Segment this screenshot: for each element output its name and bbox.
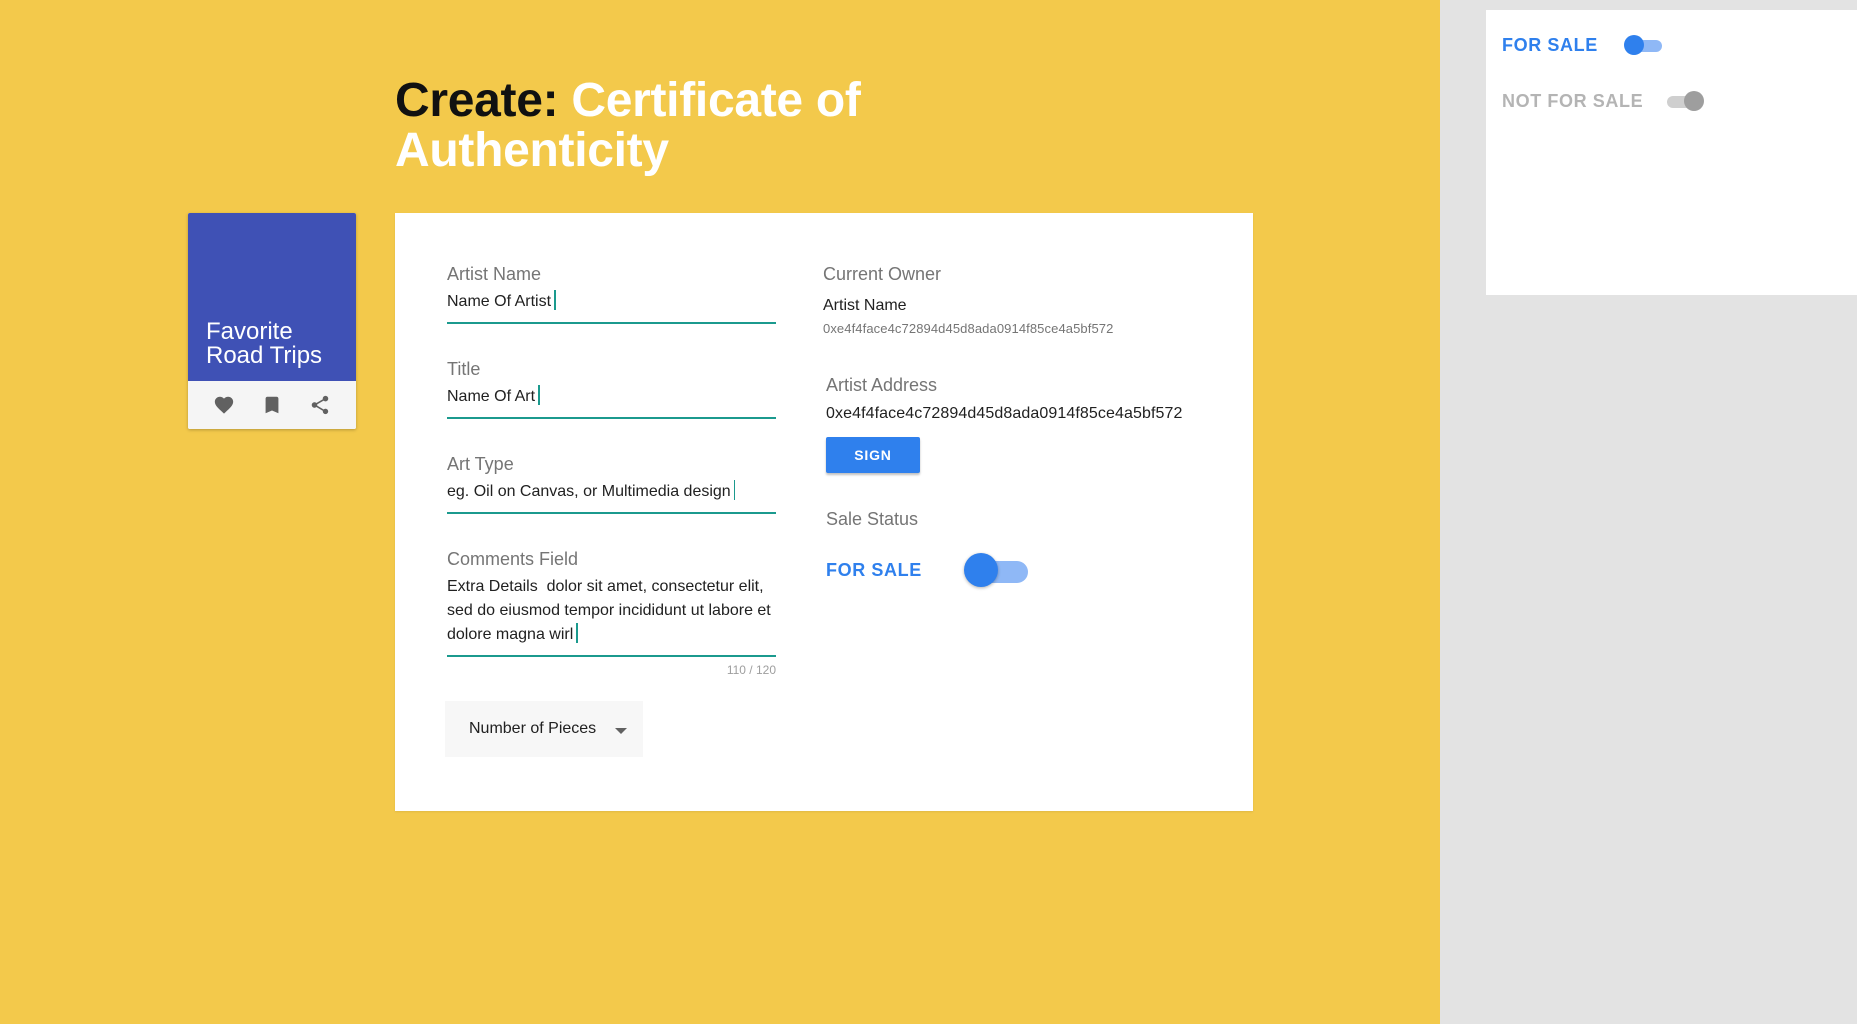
sale-status-toggle[interactable] bbox=[963, 552, 1030, 588]
artist-address-label: Artist Address bbox=[826, 375, 938, 395]
title-field[interactable]: Title Name Of Art bbox=[447, 359, 776, 419]
art-type-value: eg. Oil on Canvas, or Multimedia design bbox=[447, 483, 731, 500]
artist-name-label: Artist Name bbox=[447, 264, 542, 284]
comments-value: Extra Details dolor sit amet, consectetu… bbox=[447, 578, 776, 643]
card-actions bbox=[188, 381, 356, 429]
text-cursor bbox=[554, 290, 556, 310]
sale-status-section: Sale Status bbox=[826, 509, 918, 529]
artist-name-value: Name Of Artist bbox=[447, 293, 552, 310]
toggle-example-label: FOR SALE bbox=[1502, 34, 1598, 55]
comments-label: Comments Field bbox=[447, 549, 579, 569]
bookmark-icon[interactable] bbox=[261, 394, 283, 416]
art-type-input[interactable]: eg. Oil on Canvas, or Multimedia design bbox=[447, 480, 776, 514]
character-counter: 110 / 120 bbox=[726, 663, 776, 677]
text-cursor bbox=[576, 623, 578, 643]
sign-button[interactable]: SIGN bbox=[826, 437, 920, 473]
current-owner-label: Current Owner bbox=[823, 264, 942, 284]
sale-status-label: Sale Status bbox=[826, 509, 919, 529]
not-for-sale-toggle[interactable] bbox=[1665, 90, 1705, 112]
text-cursor bbox=[733, 480, 736, 500]
sale-state-label: FOR SALE bbox=[826, 559, 922, 580]
artist-name-input[interactable]: Name Of Artist bbox=[447, 290, 776, 324]
toggle-thumb bbox=[1623, 35, 1644, 55]
certificate-form-card: Artist Name Name Of Artist Title Name Of… bbox=[395, 213, 1253, 811]
title-value: Name Of Art bbox=[447, 388, 536, 405]
artist-address-value: 0xe4f4face4c72894d45d8ada0914f85ce4a5bf5… bbox=[826, 405, 1183, 422]
toggle-examples-panel: FOR SALE NOT FOR SALE bbox=[1486, 10, 1857, 295]
number-of-pieces-select[interactable]: Number of Pieces bbox=[445, 701, 643, 757]
title-label: Title bbox=[447, 359, 481, 379]
art-type-label: Art Type bbox=[447, 454, 514, 474]
page-title: Create: Certificate of Authenticity bbox=[395, 76, 875, 176]
heart-icon[interactable] bbox=[213, 394, 235, 416]
toggle-example-for-sale: FOR SALE bbox=[1502, 30, 1664, 60]
dropdown-arrow-icon bbox=[615, 727, 628, 734]
owner-hash: 0xe4f4face4c72894d45d8ada0914f85ce4a5bf5… bbox=[823, 321, 1114, 336]
title-input[interactable]: Name Of Art bbox=[447, 385, 776, 419]
comments-field[interactable]: Comments Field Extra Details dolor sit a… bbox=[447, 549, 776, 677]
toggle-thumb bbox=[963, 553, 998, 587]
toggle-example-not-for-sale: NOT FOR SALE bbox=[1502, 86, 1705, 116]
for-sale-toggle[interactable] bbox=[1623, 34, 1664, 56]
art-type-field[interactable]: Art Type eg. Oil on Canvas, or Multimedi… bbox=[447, 454, 776, 514]
number-of-pieces-label: Number of Pieces bbox=[469, 720, 597, 737]
artist-address-section: Artist Address 0xe4f4face4c72894d45d8ada… bbox=[826, 375, 1183, 423]
owner-name: Artist Name bbox=[823, 297, 907, 314]
share-icon[interactable] bbox=[309, 394, 331, 416]
text-cursor bbox=[538, 385, 540, 405]
comments-textarea[interactable]: Extra Details dolor sit amet, consectetu… bbox=[447, 575, 776, 657]
toggle-thumb bbox=[1684, 91, 1705, 111]
sale-status-row: FOR SALE bbox=[826, 550, 1046, 590]
card-title: Favorite Road Trips bbox=[206, 318, 323, 369]
artist-name-field[interactable]: Artist Name Name Of Artist bbox=[447, 264, 776, 324]
toggle-example-label: NOT FOR SALE bbox=[1502, 90, 1644, 111]
favorite-card[interactable]: Favorite Road Trips bbox=[188, 213, 356, 429]
title-prefix: Create: bbox=[395, 74, 559, 127]
current-owner-section: Current Owner Artist Name 0xe4f4face4c72… bbox=[823, 264, 1113, 336]
